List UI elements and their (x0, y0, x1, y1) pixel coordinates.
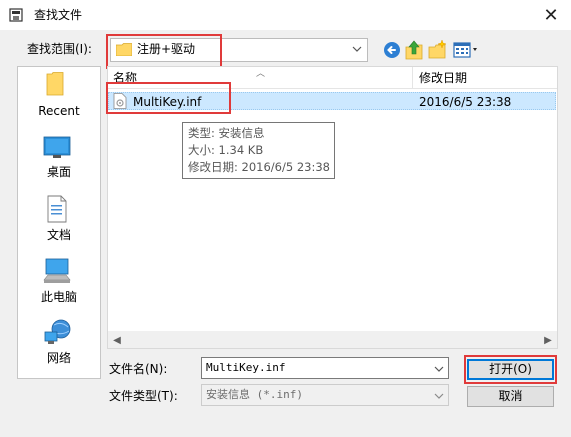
filename-label: 文件名(N): (109, 362, 168, 376)
documents-icon[interactable] (46, 195, 68, 223)
horizontal-scrollbar[interactable] (108, 331, 557, 348)
window-title: 查找文件 (34, 8, 83, 22)
place-recent-label[interactable]: Recent (17, 103, 101, 119)
annotation-box-open (464, 355, 557, 384)
chevron-down-icon[interactable] (352, 45, 362, 53)
scroll-left-icon[interactable]: ◀ (110, 333, 124, 347)
sort-ascending-icon: ︿ (256, 69, 266, 79)
filename-value[interactable]: MultiKey.inf (206, 360, 285, 376)
title-bar (0, 0, 571, 30)
chevron-down-icon[interactable] (434, 392, 444, 400)
place-computer-label[interactable]: 此电脑 (17, 289, 101, 305)
column-divider[interactable] (412, 67, 413, 88)
lookin-label: 查找范围(I): (27, 42, 92, 56)
filetype-label: 文件类型(T): (109, 389, 178, 403)
search-app-icon (9, 8, 23, 22)
tooltip-size: 大小: 1.34 KB (188, 143, 264, 157)
new-folder-icon[interactable] (427, 40, 447, 60)
annotation-box-lookin (106, 34, 222, 69)
file-tooltip: 类型: 安装信息 大小: 1.34 KB 修改日期: 2016/6/5 23:3… (182, 122, 335, 179)
scroll-right-icon[interactable]: ▶ (541, 333, 555, 347)
place-documents-label[interactable]: 文档 (17, 227, 101, 243)
filetype-value[interactable]: 安装信息 (*.inf) (206, 387, 303, 403)
computer-icon[interactable] (43, 258, 71, 284)
back-arrow-icon[interactable] (383, 41, 401, 59)
place-network-label[interactable]: 网络 (17, 350, 101, 366)
chevron-down-icon[interactable] (434, 365, 444, 373)
column-header-date[interactable]: 修改日期 (419, 70, 467, 86)
cancel-button[interactable]: 取消 (467, 386, 554, 407)
tooltip-modified: 修改日期: 2016/6/5 23:38 (188, 160, 330, 174)
views-menu-icon[interactable] (453, 41, 481, 59)
file-date-cell: 2016/6/5 23:38 (419, 95, 512, 109)
up-folder-icon[interactable] (405, 40, 423, 60)
recent-folder-icon[interactable] (46, 72, 64, 96)
close-button[interactable]: ✕ (531, 0, 571, 30)
desktop-icon[interactable] (43, 136, 71, 160)
annotation-box-file (106, 82, 231, 114)
network-icon[interactable] (44, 318, 72, 346)
tooltip-type: 类型: 安装信息 (188, 126, 265, 140)
place-desktop-label[interactable]: 桌面 (17, 164, 101, 180)
